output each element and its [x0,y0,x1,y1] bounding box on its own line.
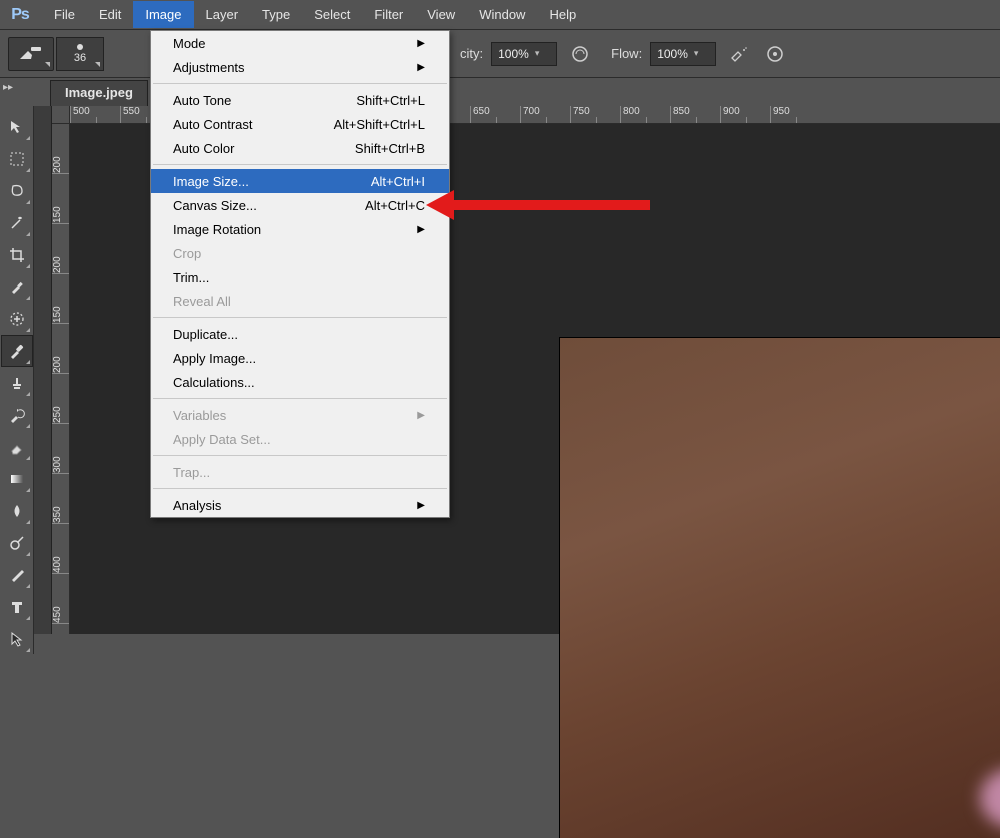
brush-size-value: 36 [74,52,86,64]
menu-select[interactable]: Select [302,1,362,28]
pressure-size-icon[interactable] [762,41,788,67]
menu-separator [153,488,447,489]
tool-healing[interactable] [2,304,32,334]
pressure-opacity-icon[interactable] [567,41,593,67]
tool-eyedropper[interactable] [2,272,32,302]
menu-item-image-size[interactable]: Image Size...Alt+Ctrl+I [151,169,449,193]
menu-item-variables: Variables▶ [151,403,449,427]
document-tab-bar: Image.jpeg [50,80,148,106]
menu-help[interactable]: Help [537,1,588,28]
menu-type[interactable]: Type [250,1,302,28]
menu-item-apply-data-set: Apply Data Set... [151,427,449,451]
menu-item-reveal-all: Reveal All [151,289,449,313]
menu-file[interactable]: File [42,1,87,28]
menu-window[interactable]: Window [467,1,537,28]
menu-separator [153,83,447,84]
menu-item-image-rotation[interactable]: Image Rotation▶ [151,217,449,241]
airbrush-icon[interactable] [726,41,752,67]
menu-edit[interactable]: Edit [87,1,133,28]
tools-panel [0,106,34,654]
tool-lasso[interactable] [2,176,32,206]
menu-separator [153,398,447,399]
menu-item-crop: Crop [151,241,449,265]
opacity-label: city: [460,46,483,61]
opacity-field[interactable]: 100%▾ [491,42,557,66]
tool-path-select[interactable] [2,624,32,654]
annotation-arrow [450,200,650,210]
menu-item-analysis[interactable]: Analysis▶ [151,493,449,517]
tool-preset-picker[interactable] [8,37,54,71]
panel-dock-strip[interactable] [34,106,52,634]
menu-image[interactable]: Image [133,1,193,28]
menu-item-duplicate[interactable]: Duplicate... [151,322,449,346]
menu-item-auto-contrast[interactable]: Auto ContrastAlt+Shift+Ctrl+L [151,112,449,136]
menu-item-trap: Trap... [151,460,449,484]
tool-brush[interactable] [2,336,32,366]
menu-item-calculations[interactable]: Calculations... [151,370,449,394]
brush-preset-picker[interactable]: 36 [56,37,104,71]
menu-separator [153,317,447,318]
tool-blur[interactable] [2,496,32,526]
tool-move[interactable] [2,112,32,142]
menu-item-auto-tone[interactable]: Auto ToneShift+Ctrl+L [151,88,449,112]
image-menu-dropdown: Mode▶Adjustments▶Auto ToneShift+Ctrl+LAu… [150,30,450,518]
menu-layer[interactable]: Layer [194,1,251,28]
tool-marquee[interactable] [2,144,32,174]
document-tab[interactable]: Image.jpeg [50,80,148,106]
menu-item-mode[interactable]: Mode▶ [151,31,449,55]
menu-separator [153,455,447,456]
ruler-origin[interactable] [52,106,70,124]
image-content [920,608,1000,838]
canvas[interactable] [560,338,1000,838]
menu-filter[interactable]: Filter [362,1,415,28]
tool-eraser[interactable] [2,432,32,462]
flow-label: Flow: [611,46,642,61]
menu-item-adjustments[interactable]: Adjustments▶ [151,55,449,79]
menu-item-apply-image[interactable]: Apply Image... [151,346,449,370]
tool-magic-wand[interactable] [2,208,32,238]
tool-history-brush[interactable] [2,400,32,430]
ruler-vertical[interactable]: 200150200150200250300350400450 [52,124,70,634]
menu-bar: Ps FileEditImageLayerTypeSelectFilterVie… [0,0,1000,30]
tool-gradient[interactable] [2,464,32,494]
tool-type[interactable] [2,592,32,622]
menu-view[interactable]: View [415,1,467,28]
app-logo: Ps [6,4,34,26]
flow-field[interactable]: 100%▾ [650,42,716,66]
panels-collapse-toggle[interactable]: ▸▸ [0,78,16,96]
tool-stamp[interactable] [2,368,32,398]
brush-dot-icon [77,44,83,50]
tool-dodge[interactable] [2,528,32,558]
menu-item-canvas-size[interactable]: Canvas Size...Alt+Ctrl+C [151,193,449,217]
menu-item-trim[interactable]: Trim... [151,265,449,289]
tool-pen[interactable] [2,560,32,590]
menu-item-auto-color[interactable]: Auto ColorShift+Ctrl+B [151,136,449,160]
tool-crop[interactable] [2,240,32,270]
menu-separator [153,164,447,165]
